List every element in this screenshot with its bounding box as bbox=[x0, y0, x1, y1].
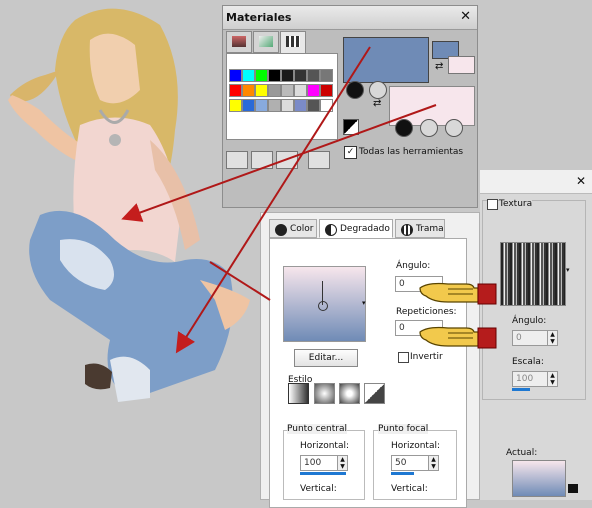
pointing-hand-icon bbox=[419, 282, 497, 305]
annotation-arrows bbox=[121, 46, 437, 354]
pointing-hand-icon-2 bbox=[419, 326, 497, 349]
arrow-segment-icon bbox=[209, 261, 271, 301]
arrow-to-jeans-icon bbox=[175, 46, 371, 354]
arrow-to-top-icon bbox=[121, 104, 437, 222]
